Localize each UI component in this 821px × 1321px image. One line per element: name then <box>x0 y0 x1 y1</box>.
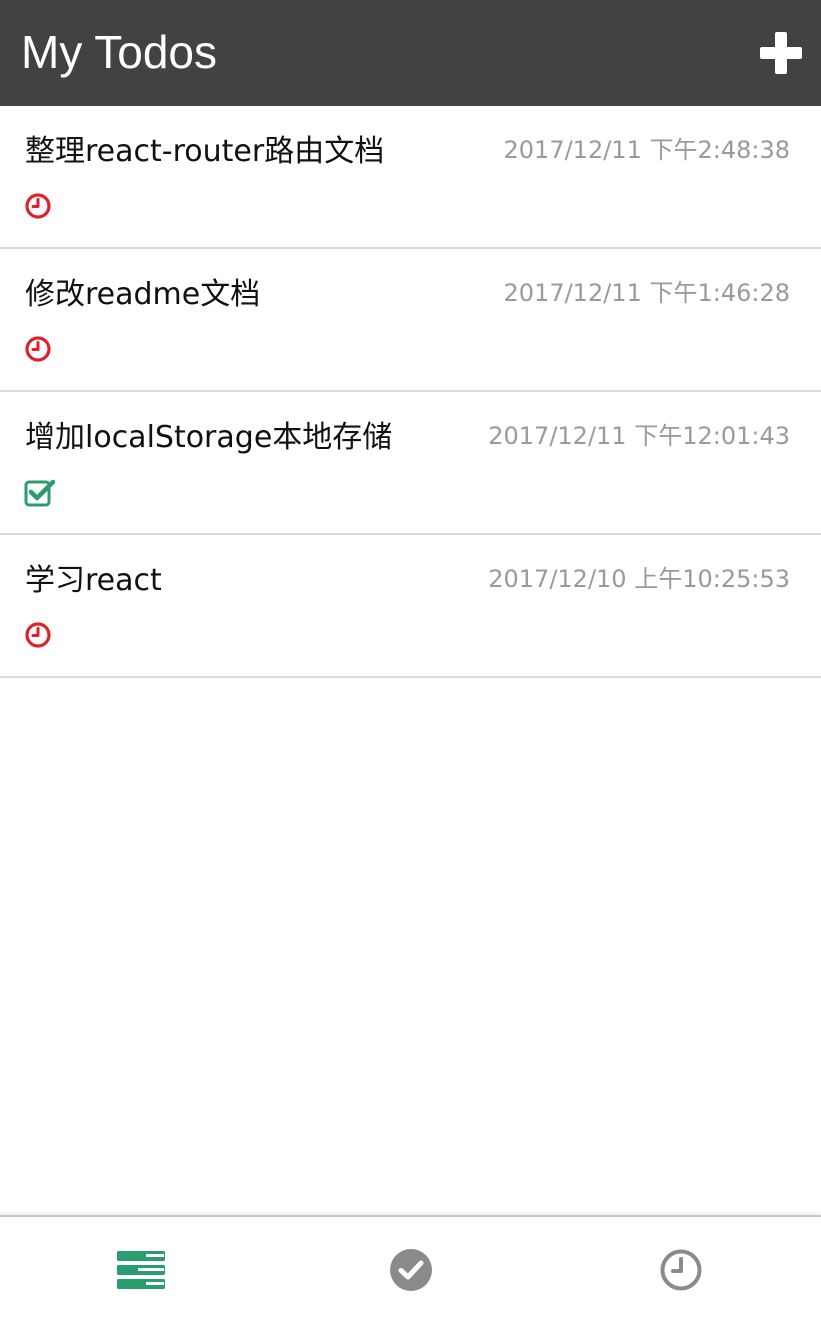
plus-icon <box>760 32 802 74</box>
add-todo-button[interactable] <box>758 30 804 76</box>
todo-title: 修改readme文档 <box>25 277 261 312</box>
todo-title: 整理react-router路由文档 <box>25 134 385 169</box>
checkbox-checked-icon <box>24 479 56 507</box>
clock-icon <box>25 336 51 362</box>
todo-item[interactable]: 整理react-router路由文档 2017/12/11 下午2:48:38 <box>0 106 821 249</box>
todo-timestamp: 2017/12/11 下午2:48:38 <box>503 136 790 164</box>
todo-timestamp: 2017/12/11 下午12:01:43 <box>488 422 790 450</box>
bottom-tab-bar <box>0 1215 821 1321</box>
tab-pending[interactable] <box>544 1217 817 1321</box>
todo-timestamp: 2017/12/11 下午1:46:28 <box>503 279 790 307</box>
list-icon <box>116 1251 165 1289</box>
todo-list: 整理react-router路由文档 2017/12/11 下午2:48:38 … <box>0 106 821 678</box>
todo-status-toggle[interactable] <box>24 192 54 222</box>
todo-app: My Todos 整理react-router路由文档 2017/12/11 下… <box>0 0 821 1321</box>
todo-timestamp: 2017/12/10 上午10:25:53 <box>488 565 790 593</box>
clock-icon <box>25 622 51 648</box>
tab-all[interactable] <box>4 1217 277 1321</box>
tab-done[interactable] <box>274 1217 547 1321</box>
clock-icon <box>660 1249 701 1291</box>
todo-title: 增加localStorage本地存储 <box>25 420 393 455</box>
todo-status-toggle[interactable] <box>24 478 56 508</box>
page-title: My Todos <box>21 26 218 78</box>
todo-item[interactable]: 学习react 2017/12/10 上午10:25:53 <box>0 535 821 678</box>
clock-icon <box>25 193 51 219</box>
app-header: My Todos <box>0 0 821 106</box>
todo-item[interactable]: 修改readme文档 2017/12/11 下午1:46:28 <box>0 249 821 392</box>
check-circle-icon <box>389 1249 432 1291</box>
todo-title: 学习react <box>25 563 162 598</box>
todo-status-toggle[interactable] <box>24 621 54 651</box>
todo-item[interactable]: 增加localStorage本地存储 2017/12/11 下午12:01:43 <box>0 392 821 535</box>
todo-status-toggle[interactable] <box>24 335 54 365</box>
